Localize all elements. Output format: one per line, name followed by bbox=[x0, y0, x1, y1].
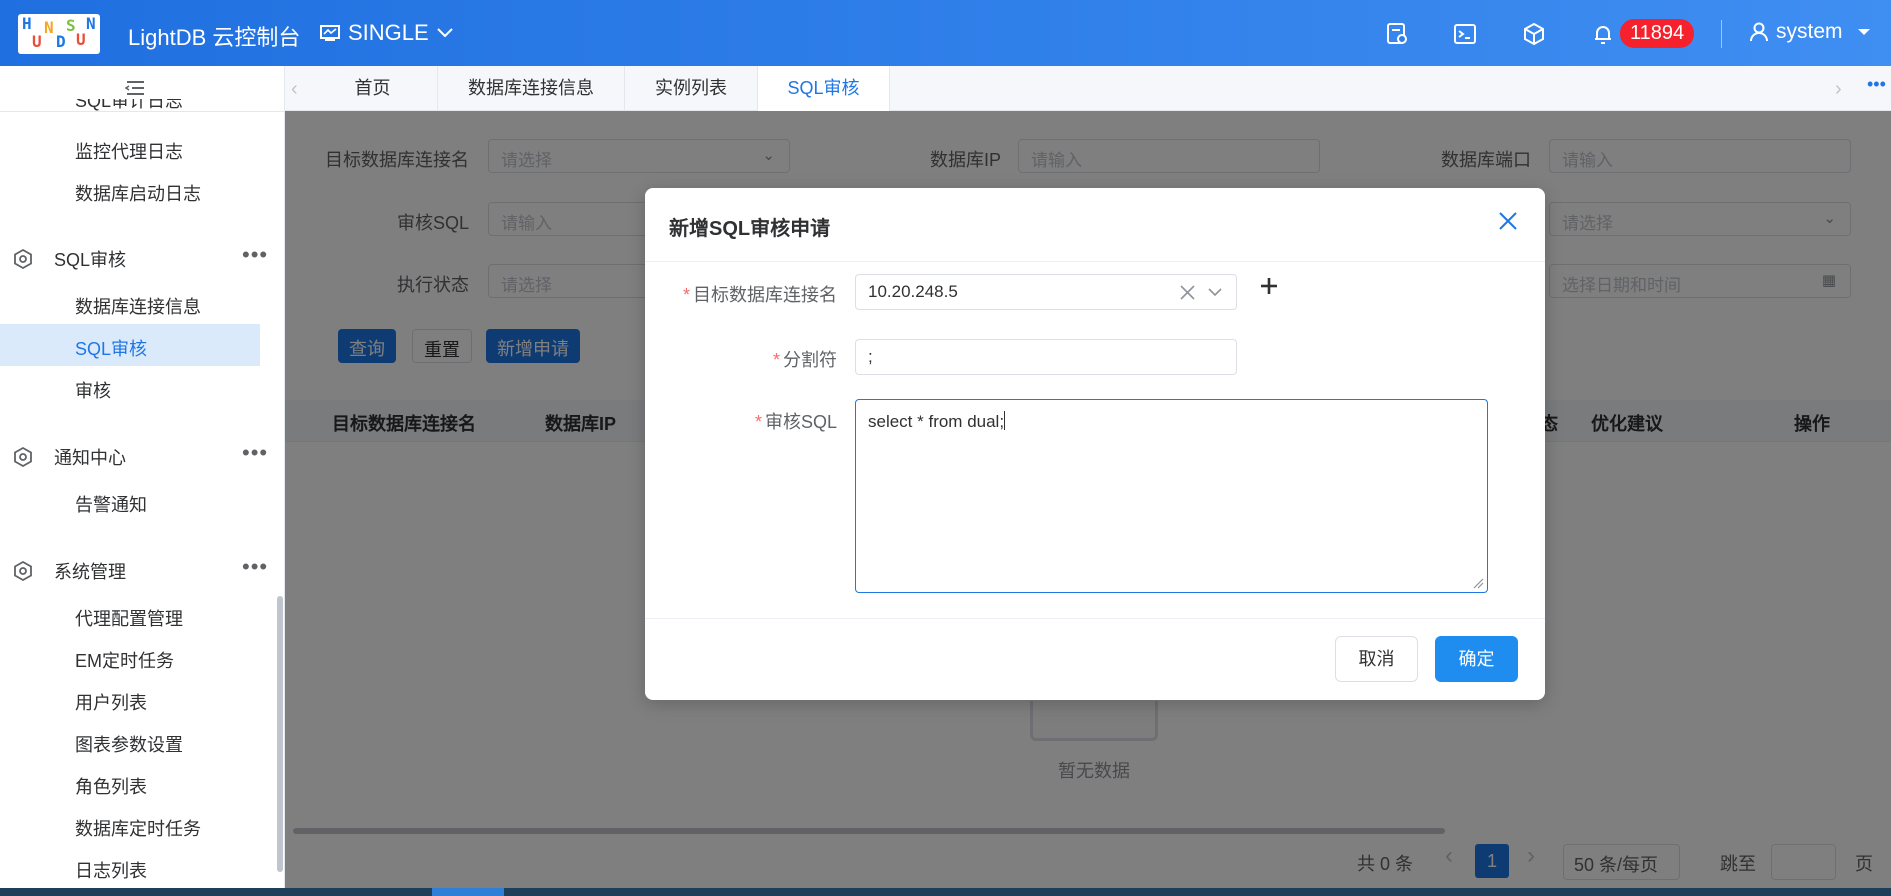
taskbar-active-segment bbox=[432, 888, 504, 896]
target-db-label: * 目标数据库连接名 bbox=[683, 281, 837, 307]
hexagon-icon bbox=[14, 248, 32, 270]
app-title: LightDB 云控制台 bbox=[128, 25, 301, 50]
label-text: 分割符 bbox=[783, 350, 837, 370]
sidebar-item-db-startup-log[interactable]: 数据库启动日志 bbox=[75, 180, 201, 206]
menu-collapse-icon[interactable] bbox=[124, 78, 146, 98]
separator-label: * 分割符 bbox=[773, 346, 837, 372]
sidebar-item-log-list[interactable]: 日志列表 bbox=[75, 857, 147, 883]
selected-value: 10.20.248.5 bbox=[868, 282, 958, 301]
terminal-icon[interactable] bbox=[1453, 22, 1477, 46]
audit-sql-label: * 审核SQL bbox=[755, 408, 837, 434]
sidebar-item-em-task[interactable]: EM定时任务 bbox=[75, 647, 174, 673]
tab-home[interactable]: 首页 bbox=[308, 66, 438, 111]
username: system bbox=[1776, 20, 1843, 43]
chevron-down-icon bbox=[1208, 288, 1222, 297]
sidebar-item-partial[interactable]: SQL审计日志 bbox=[75, 99, 183, 112]
group-title: SQL审核 bbox=[54, 250, 127, 270]
close-icon[interactable] bbox=[1497, 210, 1519, 232]
more-icon[interactable]: ••• bbox=[242, 554, 268, 580]
separator-input[interactable]: ; bbox=[855, 339, 1237, 375]
sidebar-group-sql-audit[interactable]: SQL审核 bbox=[12, 246, 126, 272]
sidebar-item-label: SQL审计日志 bbox=[75, 99, 184, 111]
notification-badge[interactable]: 11894 bbox=[1620, 19, 1695, 48]
user-menu[interactable]: system bbox=[1750, 20, 1871, 44]
sidebar-item-monitor-agent-log[interactable]: 监控代理日志 bbox=[75, 138, 183, 164]
chevron-down-icon bbox=[436, 28, 453, 38]
required-mark: * bbox=[754, 412, 762, 432]
audit-sql-textarea[interactable]: select * from dual; bbox=[855, 399, 1488, 593]
tab-scroll-right-icon[interactable]: › bbox=[1835, 78, 1842, 101]
header-divider bbox=[1721, 20, 1722, 48]
label-text: 审核SQL bbox=[764, 412, 837, 432]
sidebar-item-db-connection[interactable]: 数据库连接信息 bbox=[75, 293, 201, 319]
cube-icon[interactable] bbox=[1522, 22, 1546, 46]
sidebar-item-chart-params[interactable]: 图表参数设置 bbox=[75, 731, 183, 757]
hundsun-logo: H U N D S U N bbox=[18, 14, 100, 54]
target-db-select[interactable]: 10.20.248.5 bbox=[855, 274, 1237, 310]
top-header: H U N D S U N LightDB 云控制台 SINGLE 11894 … bbox=[0, 0, 1891, 66]
more-icon[interactable]: ••• bbox=[242, 242, 268, 268]
more-icon[interactable]: ••• bbox=[242, 440, 268, 466]
input-value: ; bbox=[868, 347, 873, 366]
user-icon bbox=[1750, 22, 1768, 42]
sidebar-item-user-list[interactable]: 用户列表 bbox=[75, 689, 147, 715]
hexagon-icon bbox=[14, 560, 32, 582]
tab-sql-audit[interactable]: SQL审核 bbox=[758, 66, 890, 111]
required-mark: * bbox=[682, 285, 690, 305]
new-sql-audit-dialog: 新增SQL审核申请 * 目标数据库连接名 10.20.248.5 * 分割符 ; *… bbox=[645, 188, 1545, 700]
hexagon-icon bbox=[14, 446, 32, 468]
dialog-footer-divider bbox=[645, 618, 1545, 619]
mode-selector[interactable]: SINGLE bbox=[320, 20, 453, 46]
mode-label: SINGLE bbox=[348, 20, 429, 45]
required-mark: * bbox=[772, 350, 780, 370]
tab-bar: ‹ 首页 数据库连接信息 实例列表 SQL审核 › ••• bbox=[285, 66, 1891, 111]
bell-icon[interactable] bbox=[1591, 22, 1615, 46]
dialog-header-divider bbox=[645, 261, 1545, 262]
caret-down-icon bbox=[1857, 29, 1870, 35]
sidebar-group-notification[interactable]: 通知中心 bbox=[12, 444, 126, 470]
text-cursor bbox=[1004, 411, 1006, 430]
sidebar: SQL审计日志 监控代理日志 数据库启动日志 SQL审核 ••• 数据库连接信息… bbox=[0, 66, 285, 888]
sidebar-item-alert-notice[interactable]: 告警通知 bbox=[75, 491, 147, 517]
clear-icon[interactable] bbox=[1178, 280, 1198, 304]
sidebar-item-role-list[interactable]: 角色列表 bbox=[75, 773, 147, 799]
group-title: 通知中心 bbox=[54, 448, 126, 468]
tab-db-connection[interactable]: 数据库连接信息 bbox=[438, 66, 625, 111]
add-connection-icon[interactable] bbox=[1257, 274, 1281, 298]
sidebar-item-agent-config[interactable]: 代理配置管理 bbox=[75, 605, 183, 631]
sidebar-item-db-task[interactable]: 数据库定时任务 bbox=[75, 815, 201, 841]
group-title: 系统管理 bbox=[54, 562, 126, 582]
sidebar-group-system[interactable]: 系统管理 bbox=[12, 558, 126, 584]
tab-scroll-left-icon[interactable]: ‹ bbox=[291, 78, 298, 101]
sidebar-item-review[interactable]: 审核 bbox=[75, 377, 111, 403]
sidebar-item-sql-audit[interactable]: SQL审核 bbox=[75, 335, 147, 361]
report-icon[interactable] bbox=[1385, 22, 1409, 46]
monitor-icon bbox=[320, 25, 340, 41]
cancel-button[interactable]: 取消 bbox=[1335, 636, 1418, 682]
textarea-value: select * from dual; bbox=[868, 412, 1005, 431]
more-icon[interactable]: ••• bbox=[1867, 74, 1886, 95]
confirm-button[interactable]: 确定 bbox=[1435, 636, 1518, 682]
label-text: 目标数据库连接名 bbox=[693, 285, 837, 305]
sidebar-scrollbar[interactable] bbox=[277, 596, 283, 872]
dialog-title: 新增SQL审核申请 bbox=[669, 218, 831, 240]
resize-handle-icon[interactable] bbox=[1472, 577, 1484, 589]
taskbar-strip bbox=[0, 888, 1891, 896]
tab-instance-list[interactable]: 实例列表 bbox=[625, 66, 758, 111]
